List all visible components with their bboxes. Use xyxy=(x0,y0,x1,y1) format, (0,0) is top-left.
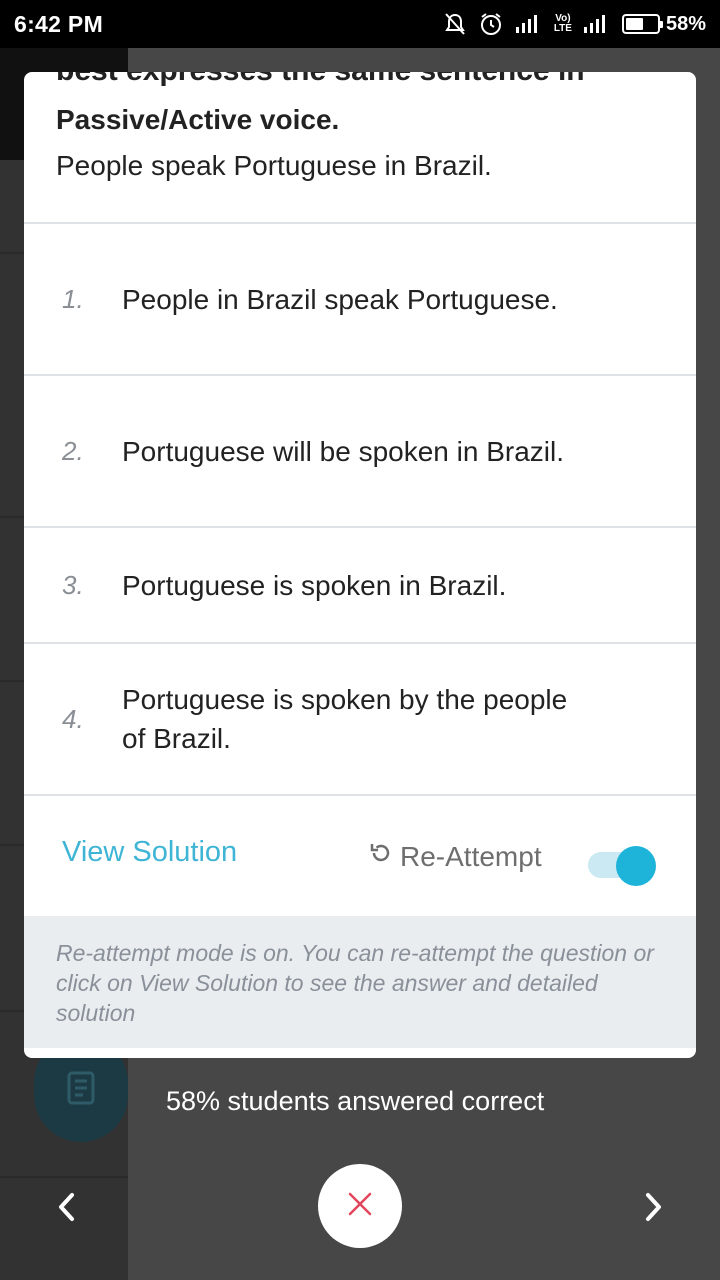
action-row: View Solution Re-Attempt xyxy=(24,796,696,916)
option-text: Portuguese will be spoken in Brazil. xyxy=(122,435,565,467)
signal-icon xyxy=(514,13,544,35)
reattempt-toggle[interactable] xyxy=(588,844,658,888)
next-button[interactable] xyxy=(638,1190,668,1224)
option-text: People in Brazil speak Portuguese. xyxy=(122,283,558,315)
question-instruction: Passive/Active voice. xyxy=(56,104,340,135)
question-clipped-line: best expresses the same sentence in xyxy=(56,72,676,86)
question-card: best expresses the same sentence in Pass… xyxy=(24,72,696,1058)
option-2[interactable]: 2. Portuguese will be spoken in Brazil. xyxy=(24,376,696,526)
option-number: 2. xyxy=(62,435,84,466)
reattempt-text: Re-Attempt xyxy=(400,840,542,872)
alarm-off-icon xyxy=(442,11,468,37)
option-1[interactable]: 1. People in Brazil speak Portuguese. xyxy=(24,224,696,374)
option-text: Portuguese is spoken by the people of Br… xyxy=(122,684,568,754)
signal-icon xyxy=(582,13,612,35)
option-4[interactable]: 4. Portuguese is spoken by the people of… xyxy=(24,644,696,794)
view-solution-button[interactable]: View Solution xyxy=(62,836,237,869)
status-icons: Vo) LTE 58% xyxy=(442,11,706,37)
close-button[interactable] xyxy=(318,1164,402,1248)
chevron-left-icon xyxy=(52,1193,82,1228)
reattempt-note: Re-attempt mode is on. You can re-attemp… xyxy=(24,916,696,1048)
stats-text: 58% students answered correct xyxy=(166,1086,545,1116)
battery-icon xyxy=(621,14,663,34)
option-number: 1. xyxy=(62,283,84,314)
status-time: 6:42 PM xyxy=(14,10,104,37)
option-3[interactable]: 3. Portuguese is spoken in Brazil. xyxy=(24,528,696,642)
notes-icon xyxy=(63,1067,99,1112)
reattempt-label[interactable]: Re-Attempt xyxy=(368,840,542,873)
close-icon xyxy=(346,1190,374,1223)
battery-indicator: 58% xyxy=(621,12,706,36)
option-number: 4. xyxy=(62,703,84,734)
chevron-right-icon xyxy=(638,1193,668,1228)
option-text: Portuguese is spoken in Brazil. xyxy=(122,569,507,601)
toggle-knob xyxy=(616,846,656,886)
option-number: 3. xyxy=(62,569,84,600)
previous-button[interactable] xyxy=(52,1190,82,1224)
status-bar: 6:42 PM Vo) LTE 58% xyxy=(0,0,720,48)
volte-icon: Vo) LTE xyxy=(553,13,572,34)
battery-percent: 58% xyxy=(665,12,706,35)
refresh-icon xyxy=(368,840,394,873)
alarm-clock-icon xyxy=(478,11,504,37)
question-sentence: People speak Portuguese in Brazil. xyxy=(56,150,492,181)
